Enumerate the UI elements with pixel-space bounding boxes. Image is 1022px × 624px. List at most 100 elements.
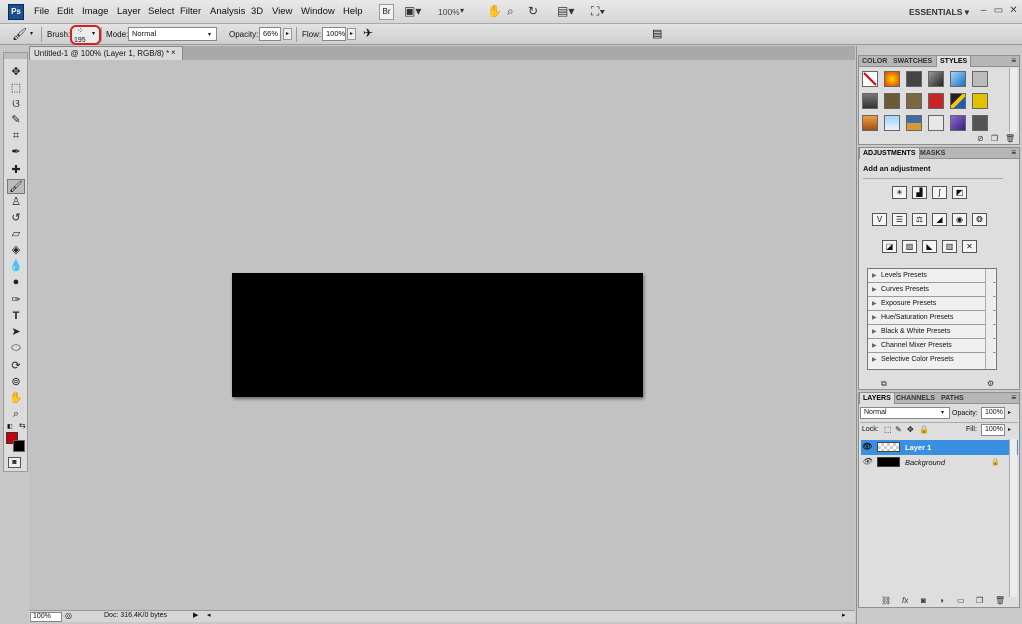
opacity-slider-button[interactable]: ▸	[283, 28, 292, 40]
flow-input[interactable]: 100%	[322, 27, 346, 41]
3d-rotate-tool-icon[interactable]: ⟳	[7, 359, 25, 374]
tab-layers[interactable]: LAYERS	[859, 393, 895, 404]
preset-channel-mixer[interactable]: ▶ Channel Mixer Presets	[868, 339, 997, 353]
move-tool-icon[interactable]: ✥	[7, 65, 25, 80]
status-menu-arrow-icon[interactable]: ▶	[193, 611, 201, 622]
style-swatch[interactable]	[906, 93, 922, 109]
styles-scrollbar[interactable]	[1009, 68, 1017, 132]
menu-analysis[interactable]: Analysis	[210, 6, 245, 17]
visibility-eye-icon[interactable]: 👁	[862, 457, 872, 467]
levels-icon[interactable]: ▟	[912, 186, 927, 199]
pen-tool-icon[interactable]: ✑	[7, 293, 25, 308]
style-swatch[interactable]	[862, 93, 878, 109]
scroll-right-icon[interactable]: ▸	[842, 611, 846, 619]
hand-tool-icon[interactable]: ✋	[7, 391, 25, 406]
eraser-tool-icon[interactable]: ▱	[7, 227, 25, 242]
preset-hue-saturation[interactable]: ▶ Hue/Saturation Presets	[868, 311, 997, 325]
layers-scrollbar[interactable]	[1009, 439, 1017, 597]
new-style-icon[interactable]: ❐	[991, 134, 998, 143]
invert-icon[interactable]: ◪	[882, 240, 897, 253]
workspace-switcher[interactable]: ESSENTIALS ▾	[909, 7, 969, 18]
document-canvas[interactable]	[232, 273, 643, 397]
color-balance-icon[interactable]: ⚖	[912, 213, 927, 226]
photo-filter-icon[interactable]: ◉	[952, 213, 967, 226]
style-swatch[interactable]	[972, 93, 988, 109]
style-swatch[interactable]	[862, 71, 878, 87]
lock-all-icon[interactable]: 🔒	[919, 425, 929, 434]
menu-3d[interactable]: 3D	[251, 6, 263, 17]
screen-mode-icon[interactable]: ⛶▾	[591, 3, 605, 19]
posterize-icon[interactable]: ▨	[902, 240, 917, 253]
clear-style-icon[interactable]: ⊘	[977, 134, 984, 143]
style-swatch[interactable]	[972, 115, 988, 131]
layer-opacity-input[interactable]: 100%	[981, 407, 1005, 419]
style-swatch[interactable]	[884, 71, 900, 87]
minimize-icon[interactable]: –	[977, 4, 990, 17]
arrange-documents-icon[interactable]: ▤▾	[557, 3, 574, 19]
style-swatch[interactable]	[884, 115, 900, 131]
brush-panel-toggle-icon[interactable]: ▤	[652, 27, 662, 40]
menu-view[interactable]: View	[272, 6, 292, 17]
new-adjustment-layer-icon[interactable]: ◑	[939, 596, 944, 605]
delete-style-icon[interactable]: 🗑	[1005, 134, 1015, 143]
style-swatch[interactable]	[906, 71, 922, 87]
zoom-tool-icon[interactable]: ⌕	[7, 407, 25, 422]
delete-layer-icon[interactable]: 🗑	[995, 596, 1005, 605]
tab-adjustments[interactable]: ADJUSTMENTS	[859, 148, 920, 159]
brush-tool-icon[interactable]: 🖌	[7, 179, 25, 194]
lock-image-icon[interactable]: ✎	[895, 425, 902, 434]
preset-selective-color[interactable]: ▶ Selective Color Presets	[868, 353, 997, 367]
menu-help[interactable]: Help	[343, 6, 363, 17]
channel-mixer-icon[interactable]: ❂	[972, 213, 987, 226]
style-swatch[interactable]	[884, 93, 900, 109]
tab-masks[interactable]: MASKS	[917, 148, 948, 159]
status-zoom-icon[interactable]: ◎	[65, 611, 72, 620]
style-swatch[interactable]	[950, 71, 966, 87]
type-tool-icon[interactable]: T	[7, 309, 25, 324]
link-layers-icon[interactable]: ⛓	[881, 596, 891, 605]
blend-mode-dropdown-icon[interactable]: ▾	[941, 409, 944, 416]
default-colors-icon[interactable]: ◧	[7, 423, 13, 430]
hand-tool-icon[interactable]: ✋	[487, 3, 502, 19]
lock-position-icon[interactable]: ✥	[907, 425, 914, 434]
brightness-contrast-icon[interactable]: ☀	[892, 186, 907, 199]
document-tab[interactable]: Untitled-1 @ 100% (Layer 1, RGB/8) *	[29, 46, 183, 60]
tab-styles[interactable]: STYLES	[936, 56, 972, 67]
history-brush-tool-icon[interactable]: ↺	[7, 211, 25, 226]
healing-brush-tool-icon[interactable]: ✚	[7, 163, 25, 178]
rotate-view-icon[interactable]: ↻	[528, 3, 538, 19]
vibrance-icon[interactable]: V	[872, 213, 887, 226]
curves-icon[interactable]: ∫	[932, 186, 947, 199]
style-swatch[interactable]	[928, 71, 944, 87]
restore-icon[interactable]: ▭	[992, 4, 1005, 17]
blur-tool-icon[interactable]: 💧	[7, 259, 25, 274]
quick-selection-tool-icon[interactable]: ✎	[7, 113, 25, 128]
mode-select[interactable]: Normal	[128, 27, 217, 41]
new-group-icon[interactable]: ▭	[957, 596, 965, 605]
menu-file[interactable]: File	[34, 6, 49, 17]
layer-row-layer-1[interactable]: 👁 Layer 1	[861, 440, 1018, 455]
lock-transparent-icon[interactable]: ⬚	[884, 425, 892, 434]
layer-row-background[interactable]: 👁 Background 🔒	[861, 455, 1018, 470]
return-to-list-icon[interactable]: ⧉	[881, 379, 887, 389]
tools-panel-grip[interactable]	[4, 53, 27, 59]
paint-bucket-tool-icon[interactable]: ◈	[7, 243, 25, 258]
tab-swatches[interactable]: SWATCHES	[890, 56, 935, 67]
airbrush-icon[interactable]: ✈	[363, 26, 373, 40]
shape-tool-icon[interactable]: ⬭	[7, 341, 25, 356]
flow-slider-button[interactable]: ▸	[347, 28, 356, 40]
quick-mask-icon[interactable]: ◙	[8, 457, 21, 468]
hue-saturation-icon[interactable]: ☰	[892, 213, 907, 226]
blend-mode-select[interactable]: Normal	[860, 407, 950, 419]
threshold-icon[interactable]: ◣	[922, 240, 937, 253]
clone-stamp-tool-icon[interactable]: ♙	[7, 195, 25, 210]
fill-input[interactable]: 100%	[981, 424, 1005, 436]
zoom-dropdown-icon[interactable]: ▾	[460, 3, 464, 19]
menu-layer[interactable]: Layer	[117, 6, 141, 17]
selective-color-icon[interactable]: ✕	[962, 240, 977, 253]
exposure-icon[interactable]: ◩	[952, 186, 967, 199]
style-swatch[interactable]	[950, 93, 966, 109]
style-swatch[interactable]	[862, 115, 878, 131]
tab-paths[interactable]: PATHS	[938, 393, 967, 404]
bridge-button[interactable]: Br	[379, 4, 394, 20]
